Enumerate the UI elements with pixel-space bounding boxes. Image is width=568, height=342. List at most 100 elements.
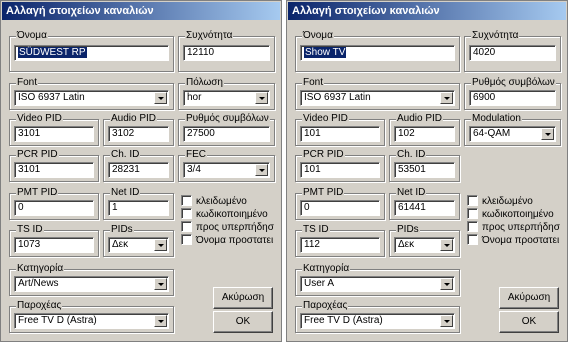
chevron-down-icon[interactable] [440,278,453,290]
checkbox-box[interactable] [181,221,192,232]
skip-checkbox[interactable]: προς υπερπήδησ [181,221,274,233]
encrypted-checkbox[interactable]: κωδικοποιημένο [467,208,554,220]
category-select[interactable]: User A [300,276,455,292]
name-label: Όνομα [16,30,48,42]
pcr-pid-group: PCR PID 101 [295,149,385,182]
provider-label: Παροχέας [302,300,349,312]
modulation-value: 64-QAM [473,128,511,139]
encrypted-label: κωδικοποιημένο [196,209,268,220]
font-group: Font ISO 6937 Latin [295,77,460,110]
frequency-input[interactable]: 12110 [183,45,270,61]
channel-edit-dialog-cable: Αλλαγή στοιχείων καναλιών Όνομα Show TV … [286,0,568,342]
font-value: ISO 6937 Latin [304,92,371,103]
chevron-down-icon[interactable] [154,315,167,327]
pcr-pid-input[interactable]: 3101 [14,162,94,178]
symbol-rate-input[interactable]: 6900 [469,90,556,106]
net-id-group: Net ID 1 [103,187,174,220]
frequency-input[interactable]: 4020 [469,45,556,61]
audio-pid-input[interactable]: 102 [394,126,455,142]
channel-id-input[interactable]: 28231 [108,162,169,178]
name-input[interactable]: SÜDWEST RP [14,45,169,61]
frequency-label: Συχνότητα [185,30,234,42]
checkbox-box[interactable] [181,234,192,245]
encrypted-checkbox[interactable]: κωδικοποιημένο [181,208,268,220]
video-pid-label: Video PID [302,113,349,125]
pcr-pid-label: PCR PID [302,149,345,161]
symbol-rate-input[interactable]: 27500 [183,126,270,142]
name-protected-label: Όνομα προστατει [196,235,274,246]
polarization-select[interactable]: hor [183,90,270,106]
name-group: Όνομα Show TV [295,30,460,72]
ts-id-input[interactable]: 112 [300,237,380,253]
fec-value: 3/4 [187,164,201,175]
checkbox-box[interactable] [181,208,192,219]
locked-label: κλειδωμένο [196,196,247,207]
net-id-input[interactable]: 1 [108,200,169,216]
chevron-down-icon[interactable] [154,92,167,104]
chevron-down-icon[interactable] [255,92,268,104]
audio-pid-input[interactable]: 3102 [108,126,169,142]
name-protected-checkbox[interactable]: Όνομα προστατει [181,234,273,246]
pmt-pid-input[interactable]: 0 [14,200,94,216]
pmt-pid-input[interactable]: 0 [300,200,380,216]
chevron-down-icon[interactable] [440,239,453,251]
pids-select[interactable]: Δεκ [394,237,455,253]
category-group: Κατηγορία Art/News [9,263,174,296]
skip-label: προς υπερπήδησ [482,222,560,233]
checkbox-box[interactable] [467,234,478,245]
checkbox-box[interactable] [467,195,478,206]
fec-select[interactable]: 3/4 [183,162,270,178]
cancel-button[interactable]: Ακύρωση [213,287,273,309]
checkbox-box[interactable] [181,195,192,206]
video-pid-label: Video PID [16,113,63,125]
provider-group: Παροχέας Free TV D (Astra) [295,300,460,333]
name-value: SÜDWEST RP [18,47,87,58]
cancel-button[interactable]: Ακύρωση [499,287,559,309]
pids-select[interactable]: Δεκ [108,237,169,253]
encrypted-label: κωδικοποιημένο [482,209,554,220]
video-pid-input[interactable]: 3101 [14,126,94,142]
frequency-group: Συχνότητα 12110 [178,30,275,72]
net-id-label: Net ID [110,187,141,199]
category-value: User A [304,278,335,289]
skip-checkbox[interactable]: προς υπερπήδησ [467,221,560,233]
font-label: Font [16,77,39,89]
chevron-down-icon[interactable] [440,92,453,104]
chevron-down-icon[interactable] [154,239,167,251]
locked-checkbox[interactable]: κλειδωμένο [181,195,247,207]
name-protected-checkbox[interactable]: Όνομα προστατει [467,234,559,246]
video-pid-input[interactable]: 101 [300,126,380,142]
video-pid-group: Video PID 3101 [9,113,99,146]
pmt-pid-label: PMT PID [302,187,345,199]
font-select[interactable]: ISO 6937 Latin [14,90,169,106]
pmt-pid-label: PMT PID [16,187,59,199]
pids-label: PIDs [396,224,420,236]
pcr-pid-group: PCR PID 3101 [9,149,99,182]
checkbox-box[interactable] [467,208,478,219]
provider-select[interactable]: Free TV D (Astra) [14,313,169,329]
category-select[interactable]: Art/News [14,276,169,292]
chevron-down-icon[interactable] [154,278,167,290]
ts-id-label: TS ID [16,224,44,236]
provider-select[interactable]: Free TV D (Astra) [300,313,455,329]
font-select[interactable]: ISO 6937 Latin [300,90,455,106]
pcr-pid-input[interactable]: 101 [300,162,380,178]
chevron-down-icon[interactable] [541,128,554,140]
name-input[interactable]: Show TV [300,45,455,61]
polarization-label: Πόλωση [185,77,224,89]
name-label: Όνομα [302,30,334,42]
pids-value: Δεκ [112,239,129,250]
net-id-input[interactable]: 61441 [394,200,455,216]
ok-button[interactable]: OK [213,311,273,333]
polarization-value: hor [187,92,202,103]
modulation-select[interactable]: 64-QAM [469,126,556,142]
category-label: Κατηγορία [16,263,65,275]
chevron-down-icon[interactable] [440,315,453,327]
locked-checkbox[interactable]: κλειδωμένο [467,195,533,207]
category-group: Κατηγορία User A [295,263,460,296]
channel-id-input[interactable]: 53501 [394,162,455,178]
ok-button[interactable]: OK [499,311,559,333]
ts-id-input[interactable]: 1073 [14,237,94,253]
checkbox-box[interactable] [467,221,478,232]
chevron-down-icon[interactable] [255,164,268,176]
